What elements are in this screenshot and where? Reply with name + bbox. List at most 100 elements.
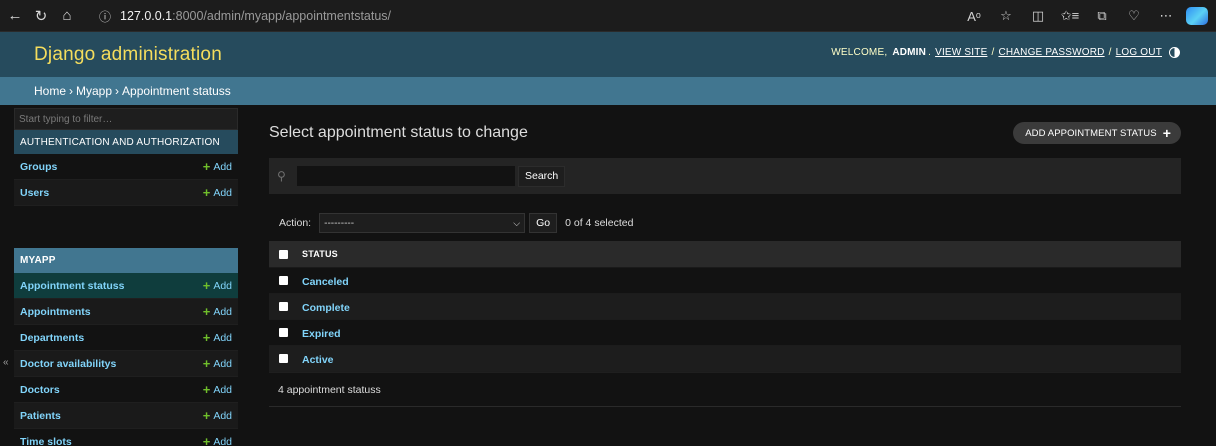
row-checkbox[interactable]: [279, 302, 288, 311]
add-link[interactable]: + Add: [203, 357, 232, 370]
table-row: Complete: [269, 294, 1181, 320]
action-select[interactable]: --------- ⌵: [319, 213, 526, 233]
collapse-sidebar-icon[interactable]: «: [3, 357, 9, 368]
browser-toolbar: ← ↻ ⌂ ⓘ 127.0.0.1:8000/admin/myapp/appoi…: [0, 0, 1216, 32]
url-path: :8000/admin/myapp/appointmentstatus/: [172, 9, 392, 23]
read-aloud-icon[interactable]: Aᵒ: [958, 4, 990, 28]
add-link[interactable]: + Add: [203, 160, 232, 173]
breadcrumb-separator: ›: [115, 84, 120, 98]
add-label: Add: [213, 435, 232, 446]
plus-icon: +: [202, 278, 211, 293]
browser-tools: Aᵒ ☆ ◫ ✩≡ ⧉ ♡ ⋯: [958, 0, 1216, 32]
sidebar-item-groups[interactable]: Groups + Add: [14, 154, 238, 180]
sidebar-item-label[interactable]: Appointment statuss: [20, 280, 124, 292]
search-button[interactable]: Search: [518, 165, 566, 187]
favorites-list-icon[interactable]: ✩≡: [1054, 4, 1086, 28]
nav-sidebar: Authentication and Authorization Groups …: [14, 108, 238, 446]
paginator: 4 appointment statuss: [269, 372, 1181, 407]
collections-icon[interactable]: ⧉: [1086, 4, 1118, 28]
add-label: Add: [213, 279, 232, 292]
sidebar-item-label[interactable]: Departments: [20, 332, 84, 344]
action-label: Action:: [279, 217, 312, 229]
add-link[interactable]: + Add: [203, 383, 232, 396]
copilot-icon[interactable]: [1186, 7, 1208, 25]
sidebar-item-label[interactable]: Groups: [20, 161, 57, 173]
sidebar-item-users[interactable]: Users + Add: [14, 180, 238, 206]
more-menu-icon[interactable]: ⋯: [1150, 4, 1182, 28]
row-link[interactable]: Expired: [302, 328, 341, 340]
sidebar-item-doctors[interactable]: Doctors + Add: [14, 377, 238, 403]
sidebar-item-appointments[interactable]: Appointments + Add: [14, 299, 238, 325]
back-arrow-icon[interactable]: ←: [4, 5, 26, 27]
browser-essentials-icon[interactable]: ♡: [1118, 4, 1150, 28]
row-checkbox[interactable]: [279, 328, 288, 337]
row-link[interactable]: Complete: [302, 302, 350, 314]
sidebar-item-time-slots[interactable]: Time slots + Add: [14, 429, 238, 446]
row-link[interactable]: Active: [302, 354, 334, 366]
search-input[interactable]: [297, 166, 515, 186]
row-checkbox[interactable]: [279, 276, 288, 285]
site-info-icon[interactable]: ⓘ: [96, 8, 114, 25]
module-caption-myapp[interactable]: Myapp: [14, 248, 238, 273]
user-tools: Welcome, admin. View site / Change passw…: [831, 47, 1180, 58]
module-caption-auth[interactable]: Authentication and Authorization: [14, 130, 238, 154]
breadcrumb: Home › Myapp › Appointment statuss: [0, 77, 1216, 105]
add-label: Add: [213, 409, 232, 422]
theme-toggle-icon[interactable]: [1169, 47, 1180, 58]
plus-icon: +: [202, 159, 211, 174]
plus-icon: +: [202, 185, 211, 200]
plus-icon: +: [202, 356, 211, 371]
breadcrumb-current: Appointment statuss: [122, 84, 231, 98]
sidebar-item-label[interactable]: Patients: [20, 410, 61, 422]
go-button[interactable]: Go: [529, 213, 558, 233]
add-link[interactable]: + Add: [203, 331, 232, 344]
plus-icon: +: [202, 382, 211, 397]
breadcrumb-separator: ›: [69, 84, 74, 98]
sidebar-item-label[interactable]: Appointments: [20, 306, 91, 318]
separator: /: [991, 47, 995, 58]
column-header-status[interactable]: Status: [302, 249, 338, 259]
sidebar-item-label[interactable]: Doctors: [20, 384, 60, 396]
breadcrumb-home[interactable]: Home: [34, 84, 66, 98]
module-spacer: [14, 206, 238, 226]
add-link[interactable]: + Add: [203, 186, 232, 199]
table-header-row: Status: [269, 241, 1181, 268]
add-label: Add: [213, 331, 232, 344]
sidebar-item-departments[interactable]: Departments + Add: [14, 325, 238, 351]
page-title: Select appointment status to change: [269, 124, 528, 141]
row-link[interactable]: Canceled: [302, 276, 349, 288]
change-password-link[interactable]: Change password: [998, 47, 1104, 58]
plus-icon: +: [202, 408, 211, 423]
row-checkbox[interactable]: [279, 354, 288, 363]
add-link[interactable]: + Add: [203, 435, 232, 446]
sidebar-item-patients[interactable]: Patients + Add: [14, 403, 238, 429]
add-button-label: Add appointment status: [1025, 127, 1157, 139]
sidebar-filter-input[interactable]: [14, 108, 238, 130]
add-link[interactable]: + Add: [203, 305, 232, 318]
sidebar-item-appointment-statuss[interactable]: Appointment statuss + Add: [14, 273, 238, 299]
add-link[interactable]: + Add: [203, 279, 232, 292]
site-branding[interactable]: Django administration: [34, 44, 222, 66]
admin-header: Django administration Welcome, admin. Vi…: [0, 32, 1216, 77]
sidebar-item-label[interactable]: Time slots: [20, 436, 72, 446]
sidebar-item-label[interactable]: Users: [20, 187, 49, 199]
log-out-link[interactable]: Log out: [1116, 47, 1162, 58]
separator: /: [1108, 47, 1112, 58]
address-bar[interactable]: ⓘ 127.0.0.1:8000/admin/myapp/appointment…: [96, 4, 946, 28]
add-link[interactable]: + Add: [203, 409, 232, 422]
split-screen-icon[interactable]: ◫: [1022, 4, 1054, 28]
url-host: 127.0.0.1: [120, 9, 173, 23]
home-icon[interactable]: ⌂: [56, 5, 78, 27]
breadcrumb-app[interactable]: Myapp: [76, 84, 112, 98]
plus-icon: +: [202, 434, 211, 446]
favorite-star-icon[interactable]: ☆: [990, 4, 1022, 28]
search-icon: ⚲: [277, 169, 286, 183]
sidebar-item-doctor-availabilitys[interactable]: Doctor availabilitys + Add: [14, 351, 238, 377]
table-row: Canceled: [269, 268, 1181, 294]
view-site-link[interactable]: View site: [935, 47, 987, 58]
add-appointment-status-button[interactable]: Add appointment status +: [1013, 122, 1181, 144]
refresh-icon[interactable]: ↻: [30, 5, 52, 27]
sidebar-item-label[interactable]: Doctor availabilitys: [20, 358, 116, 370]
select-all-checkbox[interactable]: [279, 249, 288, 259]
chevron-down-icon: ⌵: [513, 217, 521, 228]
